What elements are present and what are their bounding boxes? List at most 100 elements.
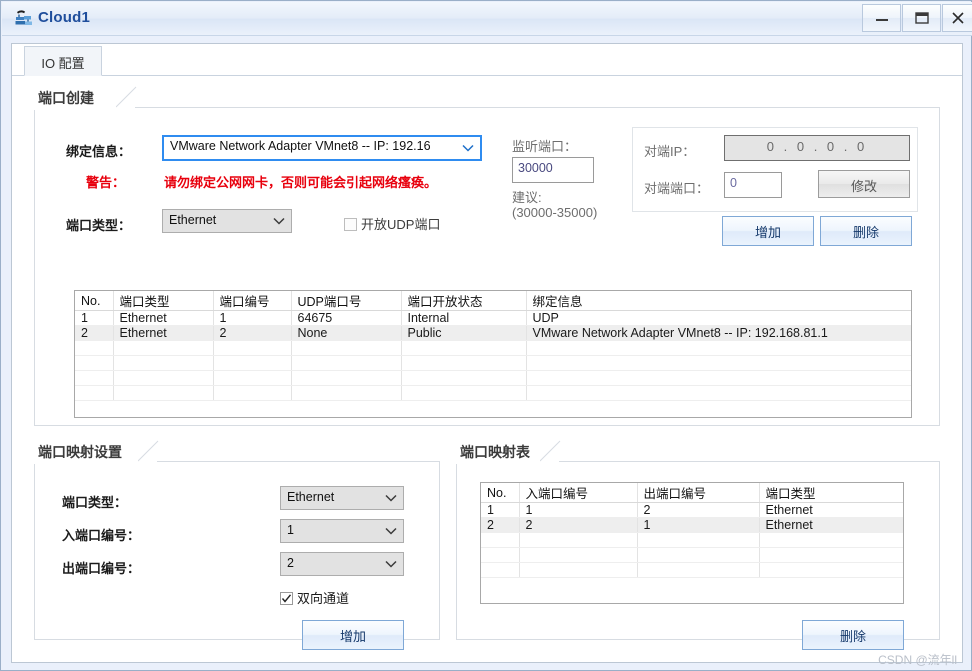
udp-port-checkbox[interactable]: 开放UDP端口	[344, 214, 440, 233]
close-button[interactable]	[942, 4, 972, 32]
bidirectional-checkbox-label: 双向通道	[297, 591, 350, 606]
cell-state: Public	[401, 325, 527, 341]
cell-in-port: 1	[519, 502, 638, 518]
group-top-rule	[559, 461, 940, 462]
suggest-label: 建议:	[512, 190, 542, 205]
title-bar: Cloud1	[2, 2, 972, 36]
table-row[interactable]	[75, 370, 911, 386]
port-col-number: 端口编号	[213, 291, 292, 311]
modify-button[interactable]: 修改	[818, 170, 910, 198]
peer-ip-input[interactable]: 0 . 0 . 0 . 0	[724, 135, 910, 161]
binding-info-value: VMware Network Adapter VMnet8 -- IP: 192…	[170, 139, 431, 153]
mapping-port-type-value: Ethernet	[287, 490, 335, 504]
port-col-no: No.	[75, 291, 114, 311]
group-port-create-title: 端口创建	[34, 86, 104, 110]
checkbox-checked-icon	[280, 592, 293, 605]
port-table-grid: No. 端口类型 端口编号 UDP端口号 端口开放状态 绑定信息 1 Ether…	[75, 291, 911, 401]
mapping-col-out: 出端口编号	[637, 483, 760, 503]
group-mapping-table: 端口映射表 No. 入端口编号 出端口编号 端口类型 1 1 2 Etherne…	[456, 440, 940, 650]
minimize-icon	[875, 19, 888, 21]
table-row[interactable]: 1 1 2 Ethernet	[481, 502, 903, 518]
cell-out-port: 2	[637, 502, 760, 518]
minimize-button[interactable]	[862, 4, 901, 32]
chevron-down-icon	[462, 141, 474, 155]
mapping-in-port-value: 1	[287, 523, 294, 537]
cell-udp: 64675	[291, 310, 402, 326]
port-type-value: Ethernet	[169, 213, 217, 227]
port-type-combo[interactable]: Ethernet	[162, 209, 292, 233]
maximize-button[interactable]	[902, 4, 941, 32]
mapping-delete-button[interactable]: 删除	[802, 620, 904, 650]
cell-binding: VMware Network Adapter VMnet8 -- IP: 192…	[526, 325, 911, 341]
mapping-port-type-label: 端口类型：	[62, 495, 128, 510]
port-col-binding: 绑定信息	[526, 291, 911, 311]
binding-info-combo[interactable]: VMware Network Adapter VMnet8 -- IP: 192…	[162, 135, 482, 161]
cell-in-port: 2	[519, 517, 638, 533]
group-top-rule	[135, 107, 940, 108]
group-port-create: 端口创建 绑定信息： VMware Network Adapter VMnet8…	[34, 86, 940, 426]
mapping-col-in: 入端口编号	[519, 483, 638, 503]
warning-text: 请勿绑定公网网卡，否则可能会引起网络瘙痪。	[164, 175, 438, 190]
suggest-range: (30000-35000)	[512, 205, 598, 220]
table-row[interactable]	[75, 355, 911, 371]
mapping-out-port-combo[interactable]: 2	[280, 552, 404, 576]
peer-port-label: 对端端口：	[644, 181, 710, 196]
table-row[interactable]	[481, 532, 903, 548]
group-slant-decoration	[115, 86, 138, 108]
bidirectional-checkbox[interactable]: 双向通道	[280, 588, 349, 607]
cell-udp: None	[291, 325, 402, 341]
mapping-out-port-value: 2	[287, 556, 294, 570]
table-row[interactable]: 2 2 1 Ethernet	[481, 517, 903, 533]
cell-no: 1	[481, 502, 520, 518]
table-row[interactable]: 2 Ethernet 2 None Public VMware Network …	[75, 325, 911, 341]
table-row[interactable]	[75, 385, 911, 401]
mapping-in-port-combo[interactable]: 1	[280, 519, 404, 543]
chevron-down-icon	[385, 491, 397, 505]
client-area: IO 配置 端口创建 绑定信息： VMware Network Adapter …	[11, 43, 963, 663]
mapping-table[interactable]: No. 入端口编号 出端口编号 端口类型 1 1 2 Ethernet 2 2 …	[480, 482, 904, 604]
mapping-port-type-combo[interactable]: Ethernet	[280, 486, 404, 510]
port-col-state: 端口开放状态	[401, 291, 527, 311]
cell-binding: UDP	[526, 310, 911, 326]
add-port-button[interactable]: 增加	[722, 216, 814, 246]
cloud-icon	[13, 8, 35, 30]
group-mapping-settings: 端口映射设置 端口类型： Ethernet 入端口编号： 1 出端口编号： 2 …	[34, 440, 440, 650]
group-mapping-table-title: 端口映射表	[456, 440, 540, 464]
table-row[interactable]: 1 Ethernet 1 64675 Internal UDP	[75, 310, 911, 326]
group-slant-decoration	[137, 440, 160, 462]
table-row[interactable]	[481, 547, 903, 563]
close-icon	[951, 12, 964, 24]
port-table[interactable]: No. 端口类型 端口编号 UDP端口号 端口开放状态 绑定信息 1 Ether…	[74, 290, 912, 418]
port-type-label: 端口类型：	[66, 218, 132, 233]
maximize-icon	[914, 12, 929, 24]
table-row[interactable]	[75, 340, 911, 356]
warning-label: 警告：	[86, 175, 126, 190]
group-mapping-settings-title: 端口映射设置	[34, 440, 132, 464]
cell-state: Internal	[401, 310, 527, 326]
mapping-table-header-row: No. 入端口编号 出端口编号 端口类型	[481, 483, 903, 503]
delete-port-button[interactable]: 删除	[820, 216, 912, 246]
mapping-col-type: 端口类型	[759, 483, 903, 503]
group-slant-decoration	[539, 440, 562, 462]
cell-type: Ethernet	[759, 502, 903, 518]
port-col-udp: UDP端口号	[291, 291, 402, 311]
cell-number: 1	[213, 310, 292, 326]
cell-number: 2	[213, 325, 292, 341]
mapping-col-no: No.	[481, 483, 520, 503]
port-col-type: 端口类型	[113, 291, 214, 311]
cell-no: 1	[75, 310, 114, 326]
listen-port-input[interactable]: 30000	[512, 157, 594, 183]
tab-io-config[interactable]: IO 配置	[24, 46, 102, 76]
mapping-out-port-label: 出端口编号：	[62, 561, 141, 576]
table-row[interactable]	[481, 562, 903, 578]
port-table-header-row: No. 端口类型 端口编号 UDP端口号 端口开放状态 绑定信息	[75, 291, 911, 311]
peer-port-input[interactable]: 0	[724, 172, 782, 198]
mapping-table-grid: No. 入端口编号 出端口编号 端口类型 1 1 2 Ethernet 2 2 …	[481, 483, 903, 578]
group-top-rule	[157, 461, 440, 462]
cell-type: Ethernet	[759, 517, 903, 533]
peer-ip-label: 对端IP：	[644, 144, 696, 159]
mapping-add-button[interactable]: 增加	[302, 620, 404, 650]
cell-type: Ethernet	[113, 310, 214, 326]
cell-type: Ethernet	[113, 325, 214, 341]
csdn-watermark: CSDN @流年ll	[878, 653, 957, 667]
